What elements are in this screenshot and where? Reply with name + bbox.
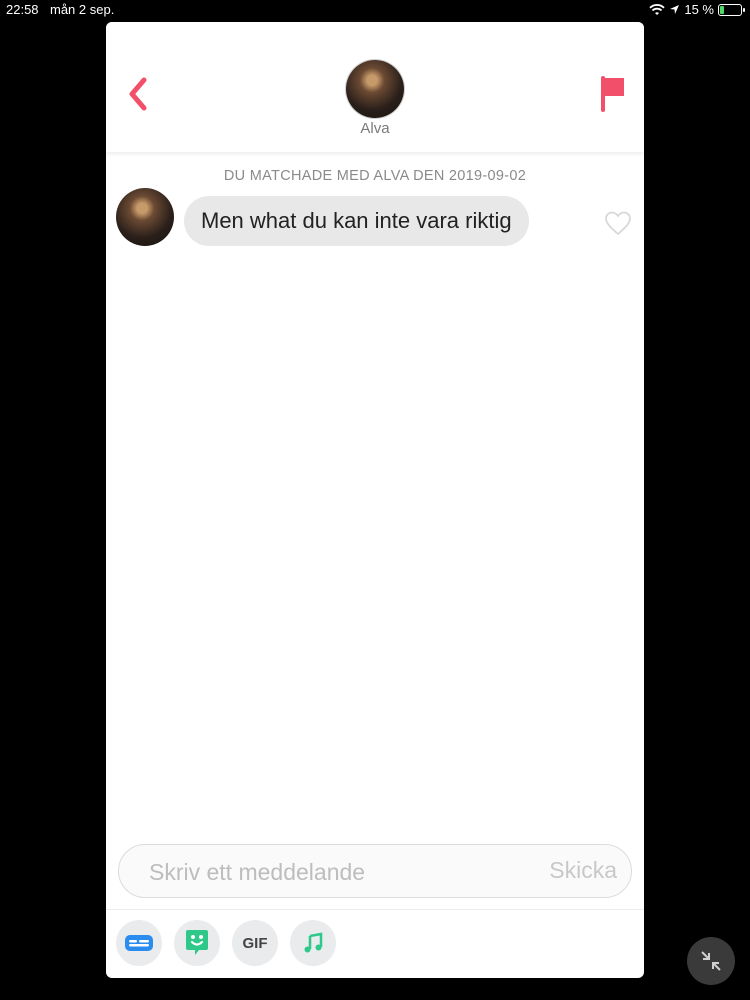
status-date: mån 2 sep. — [50, 2, 115, 17]
flag-icon[interactable] — [598, 74, 628, 114]
contact-card-button[interactable] — [116, 920, 162, 966]
sticker-icon — [186, 930, 208, 955]
message-bubble[interactable]: Men what du kan inte vara riktig — [184, 196, 529, 246]
match-info: DU MATCHADE MED ALVA DEN 2019-09-02 — [223, 168, 527, 184]
message-input[interactable] — [147, 845, 531, 899]
chat-header: Alva — [106, 22, 644, 152]
minimize-button[interactable] — [687, 937, 735, 985]
message-composer: Skicka — [118, 844, 632, 899]
divider — [106, 909, 644, 910]
battery-percent: 15 % — [684, 2, 714, 17]
gif-icon: GIF — [242, 934, 268, 952]
composer-toolbar: GIF — [116, 920, 336, 966]
music-button[interactable] — [290, 920, 336, 966]
minimize-arrows-icon — [701, 951, 721, 971]
status-bar: 22:58 mån 2 sep. 15 % — [0, 0, 750, 20]
back-button[interactable] — [124, 74, 154, 114]
message-row: Men what du kan inte vara riktig — [116, 188, 634, 248]
location-arrow-icon — [670, 5, 680, 14]
contact-card-icon — [125, 935, 153, 951]
music-note-icon — [304, 932, 323, 953]
sticker-button[interactable] — [174, 920, 220, 966]
heart-icon[interactable] — [604, 210, 632, 236]
sender-avatar[interactable] — [116, 188, 174, 246]
battery-charging-icon — [718, 3, 745, 16]
match-avatar[interactable] — [346, 60, 404, 118]
match-name[interactable]: Alva — [106, 120, 644, 137]
chat-card: Alva DU MATCHADE MED ALVA DEN 2019-09-02… — [106, 22, 644, 978]
status-right: 15 % — [649, 2, 745, 17]
gif-button[interactable]: GIF — [232, 920, 278, 966]
status-time: 22:58 — [6, 2, 39, 17]
wifi-icon — [649, 3, 665, 15]
send-button[interactable]: Skicka — [549, 857, 617, 884]
